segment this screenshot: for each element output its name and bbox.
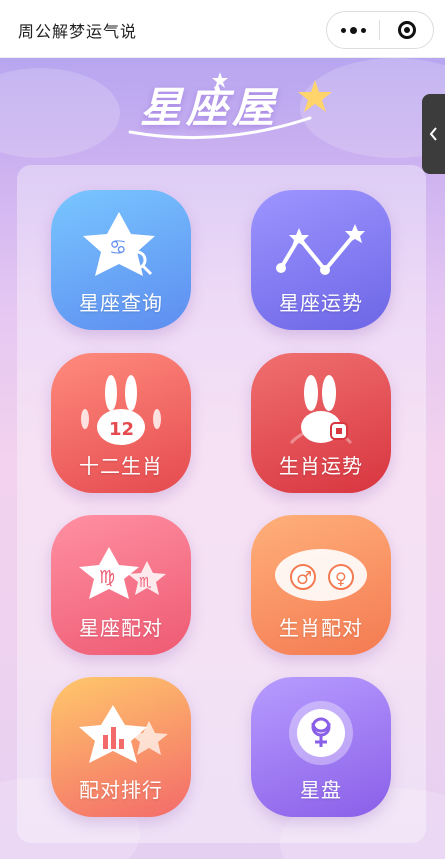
app-title: 周公解梦运气说: [18, 22, 138, 41]
tile-label: 星盘: [300, 778, 342, 802]
svg-text:♍: ♍: [99, 567, 115, 588]
top-navigation-bar: 周公解梦运气说: [0, 0, 445, 58]
tile-chinese-zodiac[interactable]: 12 十二生肖: [51, 353, 191, 493]
tile-label: 生肖运势: [279, 454, 363, 478]
tile-label: 星座查询: [79, 291, 163, 315]
svg-text:♀: ♀: [335, 569, 347, 588]
tile-constellation-fortune[interactable]: 星座运势: [251, 190, 391, 330]
tile-match-ranking[interactable]: 配对排行: [51, 677, 191, 817]
tile-label: 生肖配对: [279, 616, 363, 640]
tile-constellation-query[interactable]: ♋ 星座查询: [51, 190, 191, 330]
tile-astro-chart[interactable]: 星盘: [251, 677, 391, 817]
tile-label: 十二生肖: [79, 454, 163, 478]
chevron-left-icon: [429, 127, 437, 141]
side-collapse-tab[interactable]: [422, 94, 445, 174]
brand-logo: 星座屋: [120, 70, 340, 150]
more-dot-icon: [349, 26, 357, 34]
target-close-icon: [397, 21, 416, 39]
more-options-button[interactable]: [327, 12, 379, 48]
tile-label: 星座运势: [279, 291, 363, 315]
tile-label: 星座配对: [79, 616, 163, 640]
cloud-decoration: [0, 68, 120, 158]
svg-text:♏: ♏: [139, 575, 152, 591]
more-dot-icon: [360, 27, 366, 33]
more-dot-icon: [340, 27, 346, 33]
logo-swoosh-icon: [128, 72, 332, 140]
tile-zodiac-match[interactable]: ♂ ♀ 生肖配对: [251, 515, 391, 655]
svg-text:12: 12: [109, 419, 134, 440]
tile-zodiac-fortune[interactable]: 生肖运势: [251, 353, 391, 493]
close-miniprogram-button[interactable]: [380, 12, 433, 48]
tile-label: 配对排行: [79, 778, 163, 802]
miniprogram-capsule: [326, 11, 434, 49]
svg-text:♂: ♂: [296, 568, 312, 589]
tile-constellation-match[interactable]: ♍ ♏ 星座配对: [51, 515, 191, 655]
svg-text:♋: ♋: [109, 235, 127, 259]
